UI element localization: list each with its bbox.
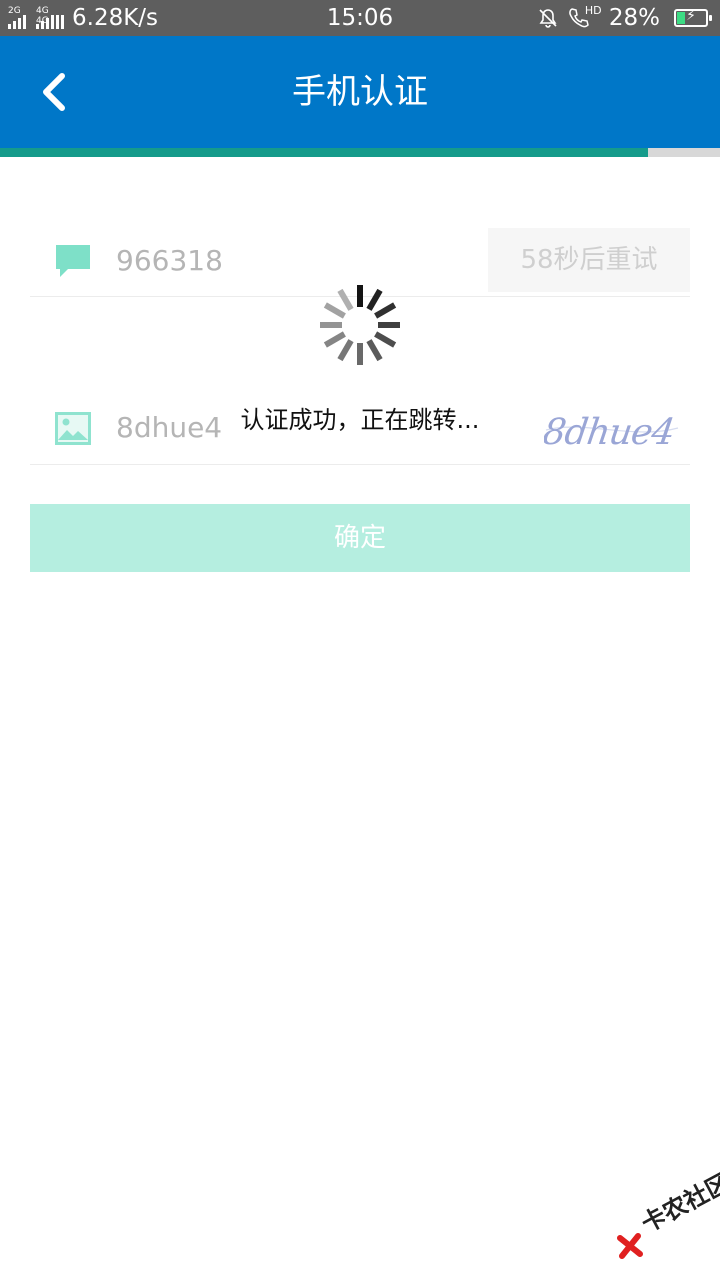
mute-bell-icon — [539, 9, 557, 28]
hd-call-indicator: HD — [567, 4, 602, 30]
battery-charging-icon: ⚡ — [674, 8, 712, 27]
spinner-petal — [357, 285, 363, 307]
resend-code-button[interactable]: 58秒后重试 — [488, 228, 690, 292]
step-progress-fill — [0, 148, 648, 157]
chat-bubble-icon — [56, 245, 90, 277]
spinner-petal — [366, 288, 383, 311]
loading-spinner-icon — [320, 285, 400, 365]
loading-message: 认证成功，正在跳转... — [240, 406, 480, 434]
watermark-x-icon — [617, 1233, 643, 1259]
step-progress-bar — [0, 148, 720, 157]
spinner-petal — [374, 331, 397, 348]
spinner-petal — [323, 331, 346, 348]
watermark-logo: 卡农社区 — [612, 1168, 720, 1264]
hd-label: HD — [584, 4, 602, 17]
app-header: 手机认证 — [0, 36, 720, 148]
spinner-petal — [378, 322, 400, 328]
screen: 2G 4G 4G 6.28K/s 15:06 HD 28% ⚡ 手机认证 966… — [0, 0, 720, 1280]
spinner-petal — [337, 339, 354, 362]
watermark-text: 卡农社区 — [636, 1168, 720, 1239]
spinner-petal — [374, 302, 397, 319]
sms-code-input[interactable]: 966318 — [116, 226, 223, 296]
status-bar-right: HD 28% ⚡ — [537, 0, 712, 36]
page-title: 手机认证 — [292, 72, 428, 112]
confirm-button[interactable]: 确定 — [30, 504, 690, 572]
status-bar: 2G 4G 4G 6.28K/s 15:06 HD 28% ⚡ — [0, 0, 720, 36]
spinner-petal — [337, 288, 354, 311]
spinner-petal — [323, 302, 346, 319]
spinner-petal — [366, 339, 383, 362]
battery-percent: 28% — [608, 5, 660, 31]
spinner-petal — [320, 322, 342, 328]
spinner-petal — [357, 343, 363, 365]
